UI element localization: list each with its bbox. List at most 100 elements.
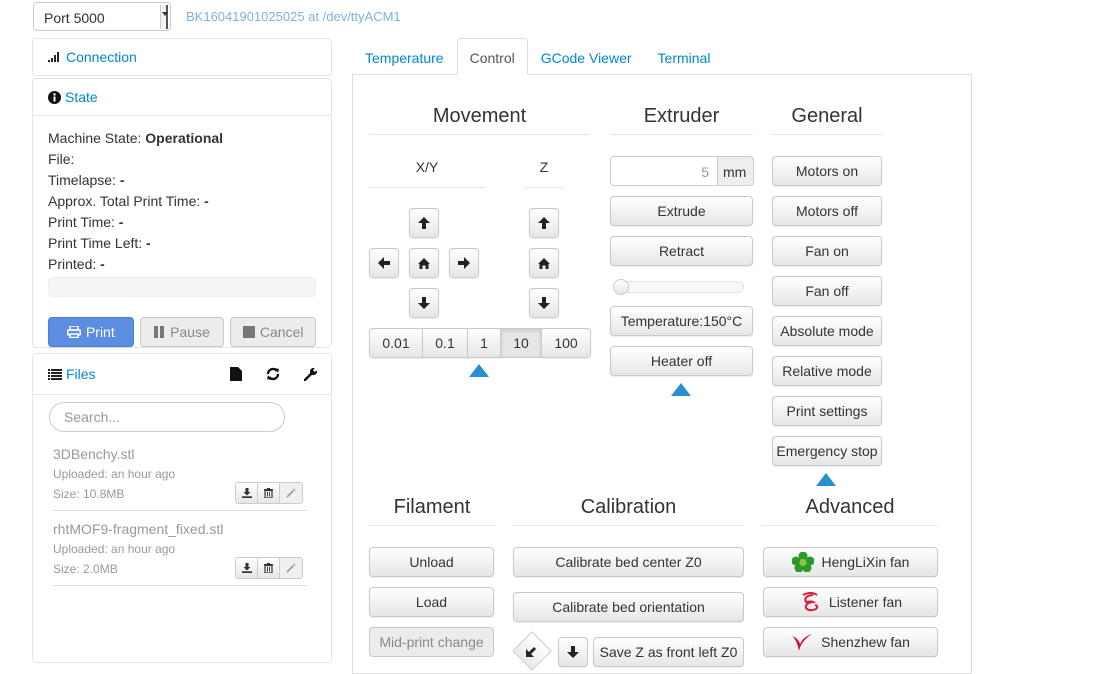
mid-print-change-button[interactable]: Mid-print change [369,627,494,657]
print-button[interactable]: Print [48,317,134,347]
download-icon[interactable] [236,483,258,503]
files-panel: Files Search... 3DBenchy.stl Uploaded: a… [32,353,332,663]
distance-option[interactable]: 1 [467,328,501,358]
new-file-icon[interactable] [230,367,242,381]
move-z-plus-button[interactable] [529,208,559,238]
distance-option[interactable]: 0.01 [369,328,423,358]
chevron-down-icon[interactable] [160,5,168,29]
absolute-mode-button[interactable]: Absolute mode [772,316,882,346]
files-title[interactable]: Files [66,366,96,382]
file-name: 3DBenchy.stl [53,446,135,462]
flower-logo-icon [791,552,814,572]
tab-temperature[interactable]: Temperature [352,38,457,75]
filament-title: Filament [369,496,495,526]
print-settings-button[interactable]: Print settings [772,396,882,426]
approx-total-print-time: Approx. Total Print Time: - [48,193,209,209]
state-title[interactable]: State [65,89,98,105]
move-y-plus-button[interactable] [409,208,439,238]
move-x-minus-button[interactable] [369,248,399,278]
wrench-icon[interactable] [304,367,318,381]
printer-icon [66,326,81,338]
listener-fan-button[interactable]: Listener fan [763,587,938,617]
calibrate-bed-center-button[interactable]: Calibrate bed center Z0 [513,547,744,577]
calibrate-bed-orientation-button[interactable]: Calibrate bed orientation [513,592,744,622]
trash-icon[interactable] [258,558,280,578]
tab-control[interactable]: Control [456,38,528,75]
files-header: Files [33,354,331,394]
slicer-wand-icon[interactable] [280,558,302,578]
connection-header[interactable]: Connection [33,39,331,75]
slider-handle[interactable] [613,279,629,295]
home-z-button[interactable] [529,248,559,278]
tab-gcode-viewer[interactable]: GCode Viewer [528,38,645,75]
z-label: Z [524,159,564,188]
arrow-up-icon [418,217,430,229]
state-body: Machine State: Operational File: Timelap… [33,115,331,357]
state-header[interactable]: State [33,79,331,115]
motors-on-button[interactable]: Motors on [772,156,882,186]
file-list-item[interactable]: rhtMOF9-fragment_fixed.stl Uploaded: an … [53,519,307,586]
main-tabs: Temperature Control GCode Viewer Termina… [352,38,723,75]
retract-button[interactable]: Retract [610,236,753,266]
extrude-amount-unit: mm [718,156,754,186]
extrude-amount-input[interactable]: 5 [610,156,718,186]
file-actions [235,482,303,504]
movement-expand-triangle[interactable] [469,364,489,377]
z-down-button[interactable] [558,637,588,667]
file-actions [235,557,303,579]
save-z-front-left-button[interactable]: Save Z as front left Z0 [593,637,744,667]
unload-button[interactable]: Unload [369,547,494,577]
move-z-minus-button[interactable] [529,288,559,318]
home-xy-button[interactable] [409,248,439,278]
slicer-wand-icon[interactable] [280,483,302,503]
heater-off-button[interactable]: Heater off [610,346,753,376]
fan-off-button[interactable]: Fan off [772,276,882,306]
control-tab-panel: Movement X/Y Z 0.01 0.1 1 10 100 Extrude… [352,74,972,674]
distance-option[interactable]: 0.1 [422,328,468,358]
extrude-amount-group: 5 mm [610,156,754,186]
print-time: Print Time: - [48,214,124,230]
temperature-button[interactable]: Temperature:150°C [610,306,753,336]
state-panel: State Machine State: Operational File: T… [32,78,332,348]
connection-title[interactable]: Connection [66,49,137,65]
movement-title: Movement [369,105,590,135]
shenzhew-fan-button[interactable]: Shenzhew fan [763,627,938,657]
file-list-item[interactable]: 3DBenchy.stl Uploaded: an hour ago Size:… [53,444,307,511]
general-title: General [772,105,882,135]
xy-label: X/Y [369,159,485,188]
distance-option-selected[interactable]: 10 [500,328,542,358]
move-y-minus-button[interactable] [409,288,439,318]
emergency-stop-button[interactable]: Emergency stop [772,436,882,466]
flow-slider[interactable] [613,279,744,295]
pause-button[interactable]: Pause [139,317,225,347]
cancel-button[interactable]: Cancel [230,317,317,347]
distance-option[interactable]: 100 [541,328,591,358]
print-time-left: Print Time Left: - [48,235,151,251]
motors-off-button[interactable]: Motors off [772,196,882,226]
load-button[interactable]: Load [369,587,494,617]
machine-state: Machine State: Operational [48,130,224,146]
distance-selector: 0.01 0.1 1 10 100 [369,328,591,358]
general-expand-triangle[interactable] [816,473,836,486]
arrow-right-icon [458,257,470,269]
extruder-expand-triangle[interactable] [671,383,691,396]
connection-panel: Connection [32,38,332,76]
refresh-icon[interactable] [266,367,280,381]
port-select[interactable]: Port 5000 [33,2,171,31]
home-icon [538,257,550,269]
list-icon [48,368,62,380]
file-search-input[interactable]: Search... [49,402,285,432]
fan-on-button[interactable]: Fan on [772,236,882,266]
henglixin-fan-button[interactable]: HengLiXin fan [763,547,938,577]
relative-mode-button[interactable]: Relative mode [772,356,882,386]
extruder-title: Extruder [610,105,753,135]
tab-terminal[interactable]: Terminal [645,38,724,75]
port-select-value: Port 5000 [44,10,105,26]
signal-icon [48,52,62,62]
arrow-down-icon [567,646,579,658]
move-x-plus-button[interactable] [449,248,479,278]
download-icon[interactable] [236,558,258,578]
trash-icon[interactable] [258,483,280,503]
extrude-button[interactable]: Extrude [610,196,753,226]
printer-id-link[interactable]: BK16041901025025 at /dev/ttyACM1 [186,9,401,24]
